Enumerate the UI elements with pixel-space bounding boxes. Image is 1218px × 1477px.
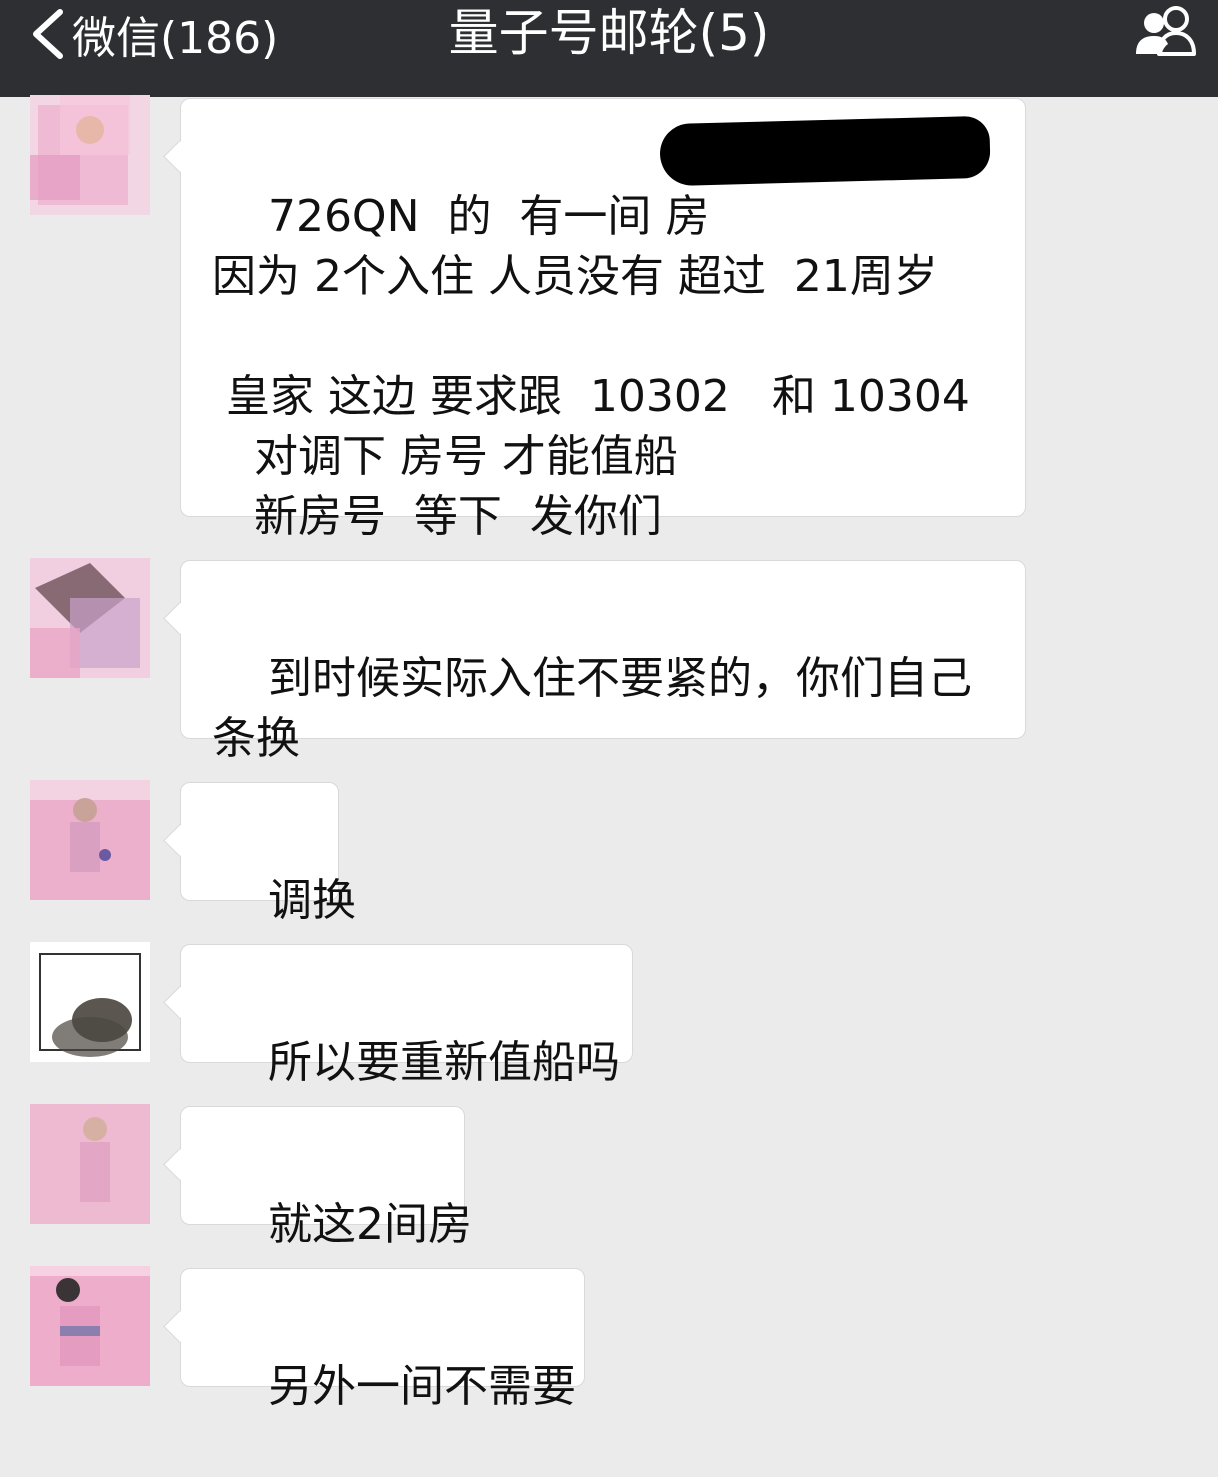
avatar[interactable] xyxy=(30,1266,150,1386)
avatar-image xyxy=(30,942,150,1062)
avatar[interactable] xyxy=(30,558,150,678)
navigation-bar: 微信(186) 量子号邮轮(5) xyxy=(0,0,1218,97)
avatar[interactable] xyxy=(30,95,150,215)
message-text: 到时候实际入住不要紧的，你们自己 条换 xyxy=(212,653,972,764)
message-bubble[interactable]: 到时候实际入住不要紧的，你们自己 条换 xyxy=(180,560,1026,764)
group-members-icon[interactable] xyxy=(1132,6,1200,58)
avatar-image xyxy=(30,780,150,900)
avatar[interactable] xyxy=(30,780,150,900)
message-bubble[interactable]: 就这2间房 xyxy=(180,1106,472,1250)
avatar[interactable] xyxy=(30,942,150,1062)
message-bubble[interactable]: 调换 xyxy=(180,782,356,926)
avatar[interactable] xyxy=(30,1104,150,1224)
avatar-image xyxy=(30,1266,150,1386)
message-text: 726QN 的 有一间 房 因为 2个入住 人员没有 超过 21周岁 皇家 这边… xyxy=(212,191,970,542)
message-text: 就这2间房 xyxy=(267,1199,472,1250)
message-bubble[interactable]: 另外一间不需要 xyxy=(180,1268,585,1412)
redaction-mark xyxy=(659,115,991,187)
message-text: 另外一间不需要 xyxy=(267,1361,576,1412)
message-text: 调换 xyxy=(267,875,356,926)
chat-title: 量子号邮轮(5) xyxy=(448,4,770,62)
message-bubble[interactable]: 所以要重新值船吗 xyxy=(180,944,633,1088)
avatar-image xyxy=(30,1104,150,1224)
message-text: 所以要重新值船吗 xyxy=(267,1037,620,1088)
avatar-image xyxy=(30,558,150,678)
avatar-image xyxy=(30,95,150,215)
